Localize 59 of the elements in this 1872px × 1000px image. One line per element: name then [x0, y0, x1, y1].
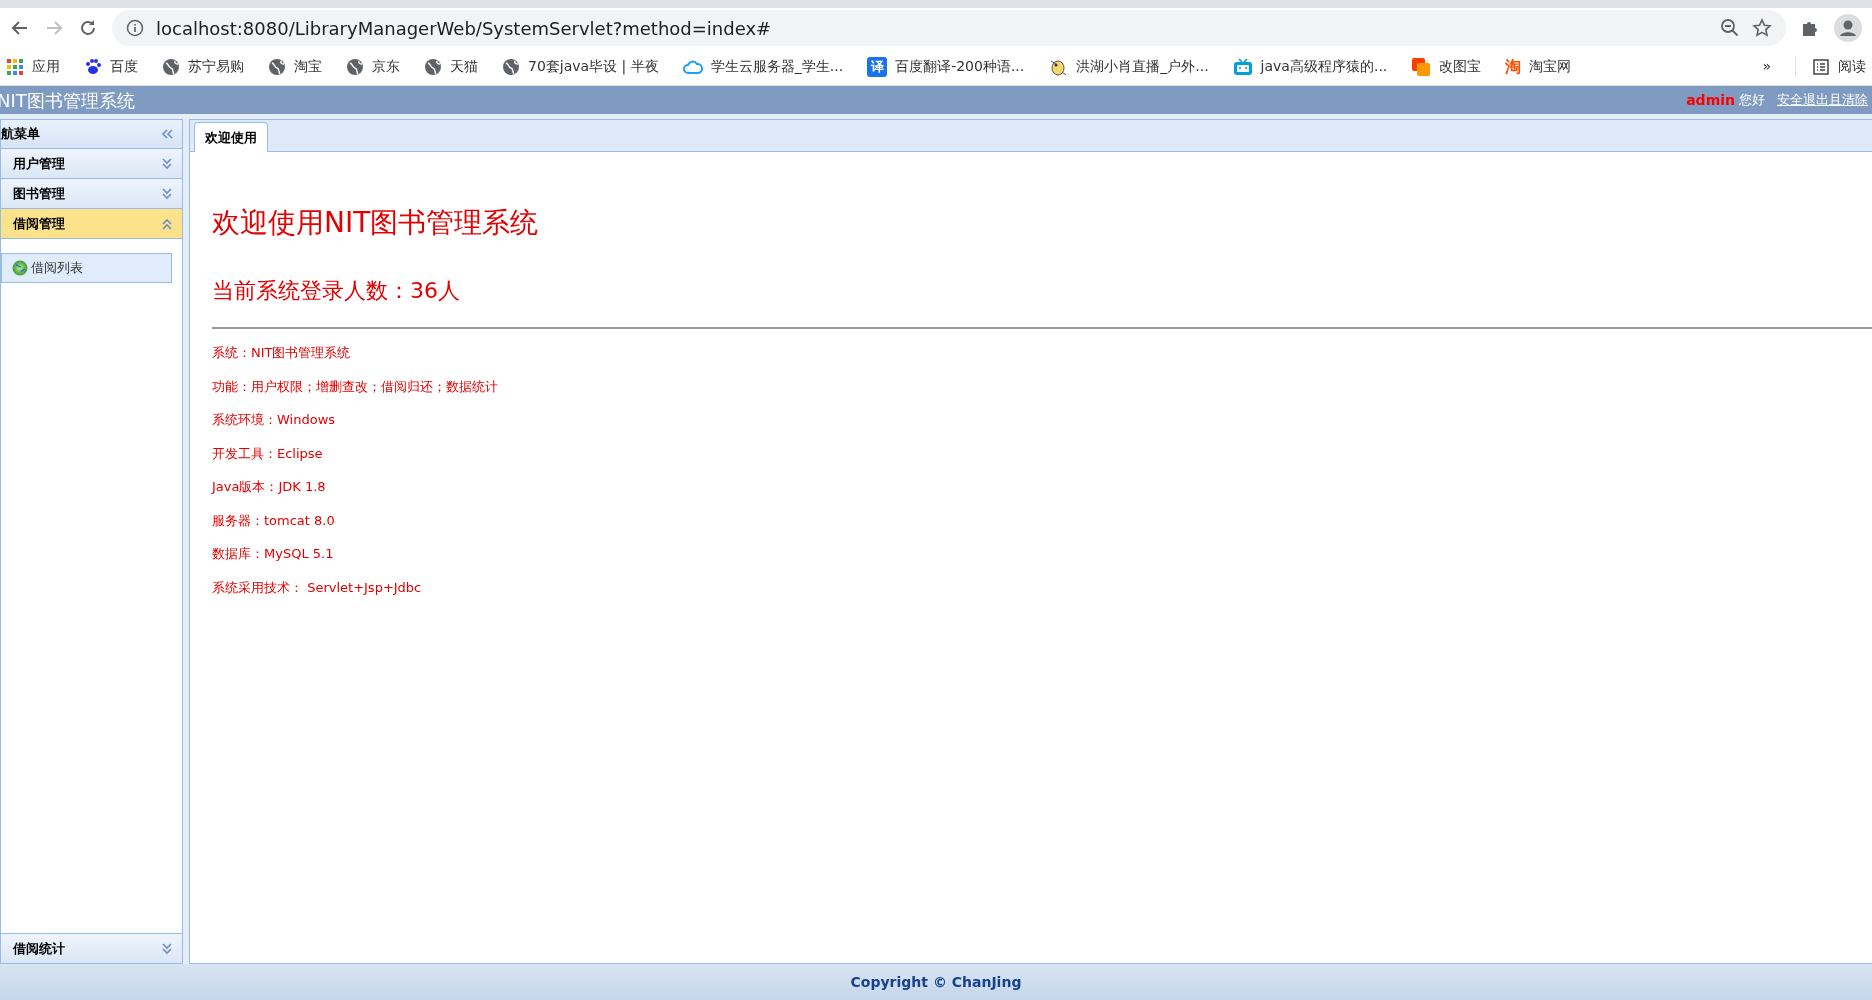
collapse-chevron-icon[interactable] — [160, 216, 174, 231]
copyright-text: Copyright © ChanJing — [850, 972, 1022, 992]
reading-list-link[interactable]: 阅读 — [1838, 56, 1866, 77]
url-text: localhost:8080/LibraryManagerWeb/SystemServlet?method=index# — [156, 16, 773, 41]
bookmark-link[interactable]: java高级程序猿的... — [1260, 56, 1388, 77]
bookmark-link[interactable]: 改图宝 — [1439, 56, 1482, 77]
bookmark-link[interactable]: 洪湖小肖直播_户外... — [1076, 56, 1209, 77]
info-line: 系统：NIT图书管理系统 — [212, 344, 352, 362]
bookmark-link[interactable]: 京东 — [372, 56, 400, 77]
globe-icon[interactable] — [502, 57, 520, 76]
info-line: Java版本：JDK 1.8 — [212, 478, 327, 496]
profile-avatar-icon[interactable] — [1834, 14, 1862, 42]
address-bar[interactable]: localhost:8080/LibraryManagerWeb/SystemServlet?method=index# — [112, 10, 1786, 46]
globe-icon[interactable] — [268, 57, 286, 76]
welcome-heading: 欢迎使用NIT图书管理系统 — [212, 205, 540, 241]
tab[interactable]: 欢迎使用 — [194, 121, 268, 152]
info-line: 系统环境：Windows — [212, 411, 337, 429]
list-icon[interactable] — [1812, 57, 1830, 76]
star-icon[interactable] — [1752, 18, 1772, 38]
bookmark-link[interactable]: 70套java毕设 | 半夜 — [528, 56, 659, 77]
globe-icon[interactable] — [424, 57, 442, 76]
bookmark-link[interactable]: 苏宁易购 — [188, 56, 244, 77]
bookmark-link[interactable]: 学生云服务器_学生... — [710, 56, 844, 77]
expand-chevron-icon[interactable] — [160, 186, 174, 201]
bookmark-link[interactable]: 天猫 — [450, 56, 478, 77]
paw-icon[interactable] — [84, 57, 102, 76]
info-line: 开发工具：Eclipse — [212, 444, 324, 463]
expand-chevron-icon[interactable] — [160, 156, 174, 171]
reload-icon[interactable] — [78, 18, 98, 38]
more-bookmarks-button[interactable]: » — [1762, 56, 1771, 77]
info-line: 数据库：MySQL 5.1 — [212, 545, 335, 563]
username: admin — [1686, 90, 1735, 110]
bookmark-link[interactable]: 百度翻译-200种语... — [895, 56, 1025, 77]
sidebar-title: 航菜单 — [1, 125, 40, 144]
squares-icon[interactable] — [1411, 56, 1432, 77]
translate-badge-icon[interactable]: 译 — [867, 56, 888, 77]
apps-grid-icon[interactable] — [6, 57, 24, 76]
bookmark-link[interactable]: 淘宝 — [294, 56, 322, 77]
zoom-out-icon[interactable] — [1720, 18, 1740, 38]
expand-chevron-icon[interactable] — [160, 941, 174, 956]
collapse-left-icon[interactable] — [160, 127, 174, 141]
online-count-text: 当前系统登录人数：36人 — [212, 277, 461, 305]
accordion-header[interactable]: 用户管理 — [1, 149, 182, 179]
bookmark-link[interactable]: 应用 — [32, 56, 60, 77]
globe-icon[interactable] — [162, 57, 180, 76]
accordion-header[interactable]: 图书管理 — [1, 179, 182, 209]
menu-item[interactable]: 借阅列表 — [1, 253, 172, 283]
tv-icon[interactable] — [1232, 57, 1253, 76]
info-line: 系统采用技术： Servlet+Jsp+Jdbc — [212, 578, 423, 597]
info-icon[interactable] — [126, 19, 144, 37]
globe-icon — [12, 260, 28, 276]
bookmark-link[interactable]: 淘宝网 — [1529, 56, 1572, 77]
globe-icon[interactable] — [346, 57, 364, 76]
bookmark-link[interactable]: 百度 — [110, 56, 138, 77]
info-line: 服务器：tomcat 8.0 — [212, 511, 336, 530]
accordion-header[interactable]: 借阅管理 — [1, 209, 182, 239]
greeting-text: 您好 — [1739, 91, 1765, 110]
info-line: 功能：用户权限；增删查改；借阅归还；数据统计 — [212, 377, 499, 396]
accordion-header[interactable]: 借阅统计 — [1, 933, 182, 963]
